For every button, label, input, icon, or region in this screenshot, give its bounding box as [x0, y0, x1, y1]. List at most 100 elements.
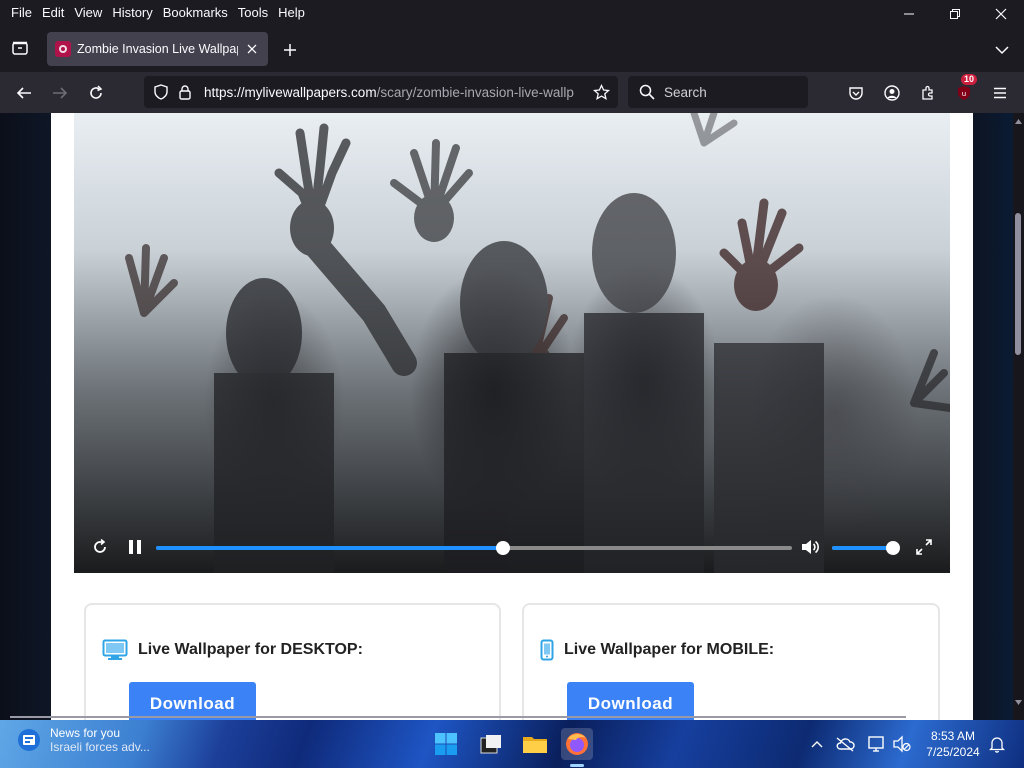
- task-view-button[interactable]: [475, 728, 507, 760]
- news-widget[interactable]: News for you Israeli forces adv...: [16, 726, 150, 754]
- speaker-muted-icon: [893, 735, 911, 753]
- tab-close-button[interactable]: [244, 41, 260, 57]
- ublock-extension-button[interactable]: u 10: [951, 74, 978, 106]
- close-window-button[interactable]: [978, 0, 1024, 28]
- menu-bar: File Edit View History Bookmarks Tools H…: [0, 0, 1024, 26]
- forward-button[interactable]: [47, 80, 73, 106]
- horizontal-scrollbar[interactable]: [10, 716, 906, 718]
- system-clock[interactable]: 8:53 AM 7/25/2024: [918, 728, 988, 760]
- news-title: News for you: [50, 726, 121, 740]
- firefox-active-indicator: [570, 764, 584, 767]
- url-host: https://mylivewallpapers.com: [204, 84, 377, 100]
- download-mobile-button[interactable]: Download: [567, 682, 694, 720]
- firefox-icon: [566, 733, 588, 755]
- account-icon: [884, 85, 900, 101]
- tab-bar: Zombie Invasion Live Wallpaper: [0, 26, 1024, 72]
- extensions-button[interactable]: [915, 80, 941, 106]
- extension-badge: 10: [961, 74, 978, 85]
- volume-handle[interactable]: [885, 541, 900, 555]
- mute-button[interactable]: [799, 535, 823, 559]
- desktop-card-heading: Live Wallpaper for DESKTOP:: [102, 639, 363, 661]
- onedrive-button[interactable]: [834, 733, 856, 755]
- replay-button[interactable]: [88, 535, 112, 559]
- cloud-offline-icon: [836, 737, 855, 752]
- fullscreen-button[interactable]: [912, 535, 936, 559]
- star-icon: [592, 83, 610, 100]
- menu-file[interactable]: File: [6, 3, 37, 23]
- navigation-toolbar: https://mylivewallpapers.com/scary/zombi…: [0, 72, 1024, 113]
- download-desktop-button[interactable]: Download: [129, 682, 256, 720]
- mobile-card-title: Live Wallpaper for MOBILE:: [564, 641, 775, 658]
- url-text: https://mylivewallpapers.com/scary/zombi…: [204, 85, 582, 100]
- puzzle-icon: [922, 85, 933, 100]
- account-button[interactable]: [879, 80, 905, 106]
- windows-taskbar: News for you Israeli forces adv... 8:53 …: [0, 720, 1024, 768]
- clock-time: 8:53 AM: [930, 729, 976, 743]
- pause-button[interactable]: [123, 535, 147, 559]
- network-icon: [868, 736, 884, 752]
- page-viewport: Live Wallpaper for DESKTOP: Download Liv…: [0, 113, 1024, 720]
- menu-bookmarks[interactable]: Bookmarks: [158, 3, 233, 23]
- chevron-down-icon: [995, 46, 1009, 55]
- menu-tools[interactable]: Tools: [233, 3, 273, 23]
- pocket-button[interactable]: [843, 80, 869, 106]
- network-button[interactable]: [866, 733, 888, 755]
- new-tab-button[interactable]: [278, 38, 302, 62]
- firefox-view-button[interactable]: [8, 36, 32, 60]
- menu-help[interactable]: Help: [273, 3, 310, 23]
- file-explorer-button[interactable]: [519, 728, 551, 760]
- video-controls: [74, 521, 950, 573]
- menu-list: File Edit View History Bookmarks Tools H…: [0, 3, 310, 23]
- pocket-icon: [849, 87, 863, 100]
- start-button[interactable]: [430, 728, 462, 760]
- hamburger-menu-icon: [994, 87, 1006, 99]
- menu-view[interactable]: View: [69, 3, 107, 23]
- scroll-down-arrow[interactable]: [1013, 696, 1024, 708]
- lock-icon[interactable]: [174, 81, 196, 103]
- scrollbar-thumb[interactable]: [1015, 213, 1021, 355]
- minimize-icon: [904, 13, 914, 15]
- mobile-card-heading: Live Wallpaper for MOBILE:: [540, 639, 774, 661]
- video-progress-slider[interactable]: [156, 541, 792, 555]
- vertical-scrollbar[interactable]: [1013, 113, 1024, 720]
- menu-edit[interactable]: Edit: [37, 3, 69, 23]
- volume-icon: [802, 540, 819, 554]
- news-text: News for you Israeli forces adv...: [50, 726, 150, 754]
- shield-icon[interactable]: [150, 81, 172, 103]
- mobile-wallpaper-card: Live Wallpaper for MOBILE: Download: [522, 603, 940, 720]
- triangle-down-icon: [1015, 699, 1022, 705]
- window-controls: [886, 0, 1024, 28]
- forward-arrow-icon: [53, 87, 68, 99]
- zombie-video-frame: [125, 113, 950, 573]
- reload-icon: [90, 85, 103, 99]
- tab-zombie-invasion[interactable]: Zombie Invasion Live Wallpaper: [47, 32, 268, 66]
- bell-icon: [989, 737, 1005, 753]
- reload-button[interactable]: [83, 80, 109, 106]
- volume-slider[interactable]: [832, 541, 900, 555]
- bookmark-star-button[interactable]: [590, 81, 612, 103]
- video-progress-handle[interactable]: [496, 541, 511, 555]
- windows-logo-icon: [435, 733, 457, 755]
- clock-date: 7/25/2024: [926, 745, 980, 759]
- video-player[interactable]: [74, 113, 950, 573]
- show-hidden-icons-button[interactable]: [806, 733, 828, 755]
- menu-history[interactable]: History: [107, 3, 157, 23]
- restore-button[interactable]: [932, 0, 978, 28]
- url-bar[interactable]: https://mylivewallpapers.com/scary/zombi…: [144, 76, 618, 108]
- chevron-up-icon: [811, 741, 823, 748]
- app-menu-button[interactable]: [987, 80, 1013, 106]
- video-progress-fill: [156, 546, 504, 550]
- firefox-taskbar-button[interactable]: [561, 728, 593, 760]
- pause-icon: [129, 540, 141, 554]
- volume-tray-button[interactable]: [891, 733, 913, 755]
- minimize-button[interactable]: [886, 0, 932, 28]
- search-input[interactable]: Search: [628, 76, 808, 108]
- scroll-up-arrow[interactable]: [1013, 115, 1024, 127]
- back-button[interactable]: [11, 80, 37, 106]
- ublock-shield-icon: u: [958, 86, 970, 100]
- tab-title: Zombie Invasion Live Wallpaper: [77, 42, 238, 56]
- notifications-button[interactable]: [986, 733, 1008, 755]
- url-path: /scary/zombie-invasion-live-wallp: [376, 84, 574, 100]
- restore-icon: [950, 9, 960, 19]
- list-all-tabs-button[interactable]: [990, 38, 1014, 62]
